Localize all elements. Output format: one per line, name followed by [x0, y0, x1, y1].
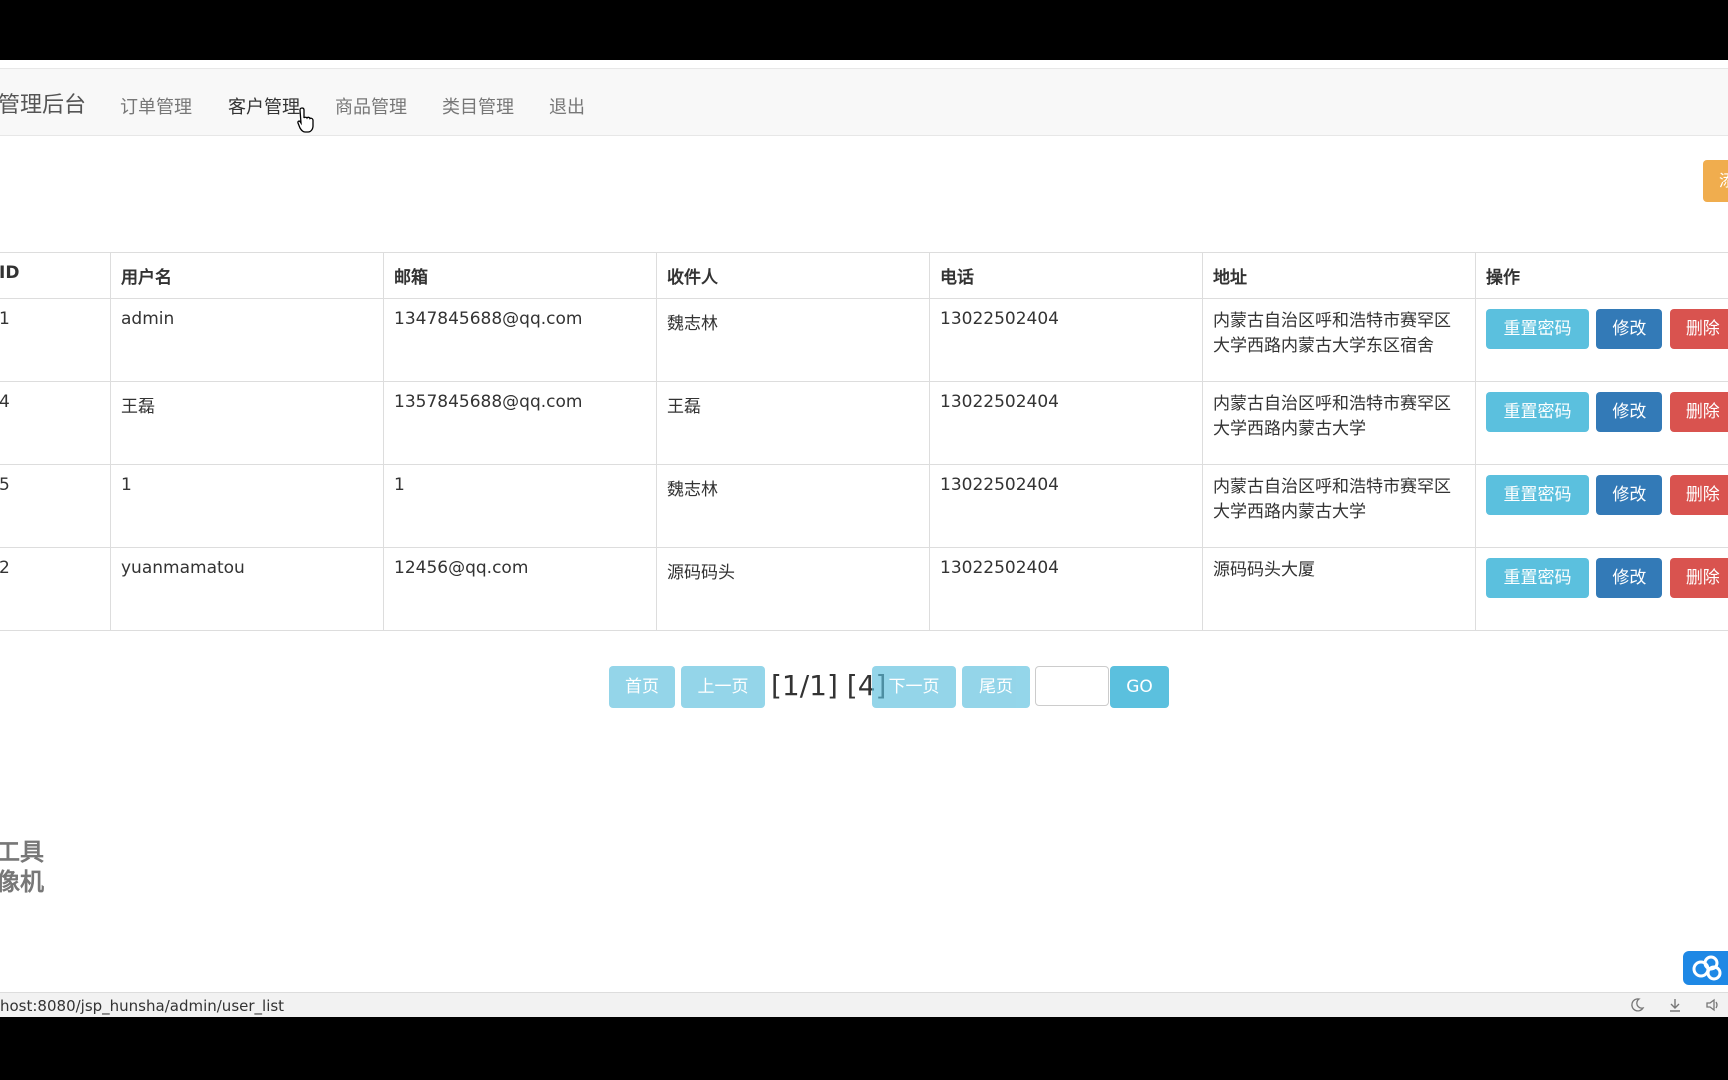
go-button[interactable]: GO: [1110, 666, 1169, 708]
next-page-button[interactable]: 下一页: [872, 666, 956, 708]
cell-username: 1: [110, 464, 384, 548]
hand-cursor-icon: [297, 107, 314, 133]
cell-actions: 重置密码 修改 删除: [1475, 547, 1728, 631]
page-number-input[interactable]: [1035, 666, 1109, 706]
cell-address: 源码码头大厦: [1202, 547, 1476, 631]
cell-username: admin: [110, 298, 384, 382]
edit-button[interactable]: 修改: [1596, 475, 1663, 515]
cell-id: 5: [0, 464, 111, 548]
cell-actions: 重置密码 修改 删除: [1475, 381, 1728, 465]
cell-id: 1: [0, 298, 111, 382]
edit-button[interactable]: 修改: [1596, 558, 1663, 598]
header-recipient: 收件人: [656, 252, 930, 299]
table-header-row: ID 用户名 邮箱 收件人 电话 地址 操作: [0, 252, 1728, 299]
cell-email: 1: [383, 464, 657, 548]
cell-username: yuanmamatou: [110, 547, 384, 631]
table-row: 4 王磊 1357845688@qq.com 王磊 13022502404 内蒙…: [0, 381, 1728, 465]
cell-email: 1357845688@qq.com: [383, 381, 657, 465]
prev-page-button[interactable]: 上一页: [681, 666, 765, 708]
reset-password-button[interactable]: 重置密码: [1486, 475, 1589, 515]
delete-button[interactable]: 删除: [1669, 558, 1728, 598]
cell-actions: 重置密码 修改 删除: [1475, 464, 1728, 548]
header-phone: 电话: [929, 252, 1203, 299]
cell-phone: 13022502404: [929, 547, 1203, 631]
header-username: 用户名: [110, 252, 384, 299]
volume-icon[interactable]: [1705, 997, 1721, 1013]
cloud-sync-icon[interactable]: [1683, 951, 1728, 985]
header-actions: 操作: [1475, 252, 1728, 299]
header-id: ID: [0, 252, 111, 299]
watermark-line1: 工具: [0, 838, 44, 866]
nav-order-management[interactable]: 订单管理: [120, 93, 192, 119]
header-email: 邮箱: [383, 252, 657, 299]
cell-username: 王磊: [110, 381, 384, 465]
cell-actions: 重置密码 修改 删除: [1475, 298, 1728, 382]
user-table: ID 用户名 邮箱 收件人 电话 地址 操作 1 admin 134784568…: [0, 252, 1728, 631]
table-row: 1 admin 1347845688@qq.com 魏志林 1302250240…: [0, 298, 1728, 382]
delete-button[interactable]: 删除: [1669, 475, 1728, 515]
page-info: [1/1] [4]: [771, 669, 887, 702]
edit-button[interactable]: 修改: [1596, 392, 1663, 432]
delete-button[interactable]: 删除: [1669, 309, 1728, 349]
cell-phone: 13022502404: [929, 464, 1203, 548]
moon-icon[interactable]: [1629, 997, 1645, 1013]
cell-address: 内蒙古自治区呼和浩特市赛罕区大学西路内蒙古大学东区宿舍: [1202, 298, 1476, 382]
edit-button[interactable]: 修改: [1596, 309, 1663, 349]
last-page-button[interactable]: 尾页: [962, 666, 1030, 708]
top-navbar: 管理后台 订单管理 客户管理 商品管理 类目管理 退出: [0, 68, 1728, 136]
nav-category-management[interactable]: 类目管理: [442, 93, 514, 119]
nav-customer-management[interactable]: 客户管理: [228, 93, 300, 119]
cell-email: 12456@qq.com: [383, 547, 657, 631]
header-address: 地址: [1202, 252, 1476, 299]
recorder-watermark: 工具 像机: [0, 837, 44, 897]
cell-recipient: 王磊: [656, 381, 930, 465]
browser-viewport: 管理后台 订单管理 客户管理 商品管理 类目管理 退出 添 ID 用户名 邮箱 …: [0, 60, 1728, 1017]
status-url: host:8080/jsp_hunsha/admin/user_list: [0, 997, 285, 1015]
table-row: 5 1 1 魏志林 13022502404 内蒙古自治区呼和浩特市赛罕区大学西路…: [0, 464, 1728, 548]
table-row: 2 yuanmamatou 12456@qq.com 源码码头 13022502…: [0, 547, 1728, 631]
nav-product-management[interactable]: 商品管理: [335, 93, 407, 119]
cell-id: 2: [0, 547, 111, 631]
reset-password-button[interactable]: 重置密码: [1486, 558, 1589, 598]
pagination: 首页 上一页 [1/1] [4] 下一页 尾页 GO: [0, 666, 1728, 712]
nav-logout[interactable]: 退出: [549, 93, 585, 119]
reset-password-button[interactable]: 重置密码: [1486, 309, 1589, 349]
cell-email: 1347845688@qq.com: [383, 298, 657, 382]
add-user-button[interactable]: 添: [1703, 160, 1728, 202]
watermark-line2: 像机: [0, 868, 44, 896]
cell-phone: 13022502404: [929, 381, 1203, 465]
cell-id: 4: [0, 381, 111, 465]
cell-phone: 13022502404: [929, 298, 1203, 382]
cell-recipient: 魏志林: [656, 298, 930, 382]
brand-title[interactable]: 管理后台: [0, 87, 86, 119]
cell-address: 内蒙古自治区呼和浩特市赛罕区大学西路内蒙古大学: [1202, 464, 1476, 548]
download-icon[interactable]: [1667, 997, 1683, 1013]
reset-password-button[interactable]: 重置密码: [1486, 392, 1589, 432]
first-page-button[interactable]: 首页: [609, 666, 675, 708]
browser-status-bar: host:8080/jsp_hunsha/admin/user_list: [0, 992, 1728, 1017]
cell-recipient: 源码码头: [656, 547, 930, 631]
cell-recipient: 魏志林: [656, 464, 930, 548]
delete-button[interactable]: 删除: [1669, 392, 1728, 432]
cell-address: 内蒙古自治区呼和浩特市赛罕区大学西路内蒙古大学: [1202, 381, 1476, 465]
